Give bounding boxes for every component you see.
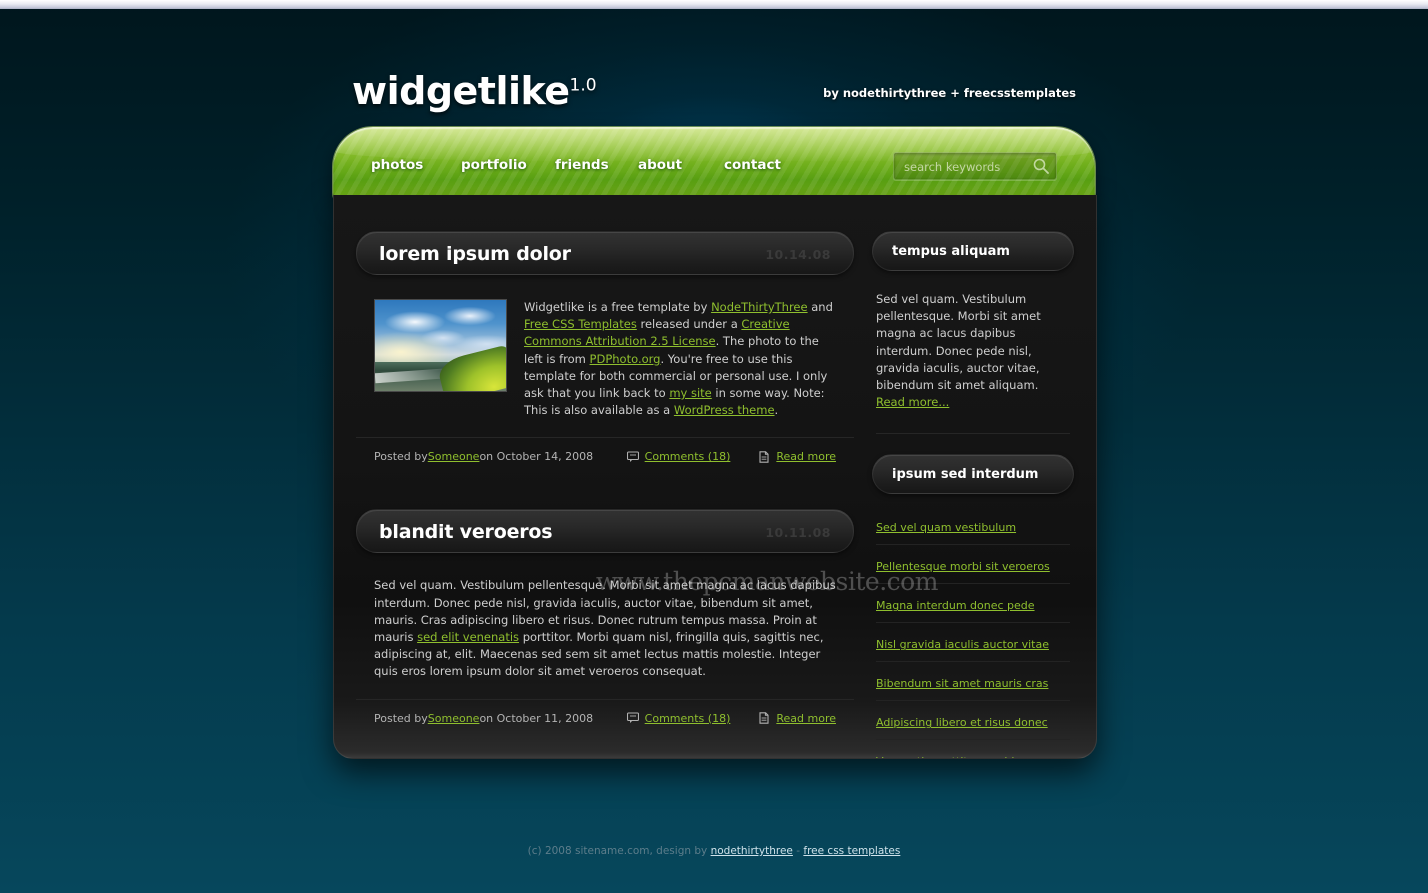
sidebar-widget-title: ipsum sed interdum [892,467,1039,483]
masthead: widgetlike1.0 by nodethirtythree + freec… [333,55,1095,127]
main-content: lorem ipsum dolor 10.14.08 Widgetlike is… [356,231,854,735]
post-posted-prefix: Posted by [374,711,428,725]
post-text: Widgetlike is a free template by NodeThi… [524,300,833,418]
site-byline: by nodethirtythree + freecsstemplates [823,86,1076,100]
list-item[interactable]: Nisl gravida iaculis auctor vitae [876,623,1070,663]
post-title-bar: lorem ipsum dolor 10.14.08 [356,231,854,275]
list-item[interactable]: Magna interdum donec pede [876,584,1070,624]
post-thumbnail[interactable] [374,299,507,392]
footer-link-nodethirtythree[interactable]: nodethirtythree [711,845,793,857]
post-item: blandit veroeros 10.11.08 Sed vel quam. … [356,509,854,725]
sidebar: tempus aliquam Sed vel quam. Vestibulum … [872,231,1074,758]
post-readmore[interactable]: Read more [758,712,836,725]
main-nav: photos portfolio friends about contact [371,157,781,173]
list-item[interactable]: Sed vel quam vestibulum [876,514,1070,546]
sidebar-widget-title: tempus aliquam [892,244,1010,259]
list-item[interactable]: Adipiscing libero et risus donec [876,701,1070,741]
nav-item-contact[interactable]: contact [724,157,781,173]
nav-item-photos[interactable]: photos [371,157,461,173]
search-box [893,152,1057,181]
document-icon [759,451,769,463]
search-icon[interactable] [1032,157,1050,175]
sidebar-widget-text: Sed vel quam. Vestibulum pellentesque. M… [872,291,1074,411]
sidebar-link[interactable]: Sed vel quam vestibulum [876,521,1016,534]
content-panel: lorem ipsum dolor 10.14.08 Widgetlike is… [333,195,1097,759]
sidebar-link[interactable]: Pellentesque morbi sit veroeros [876,560,1050,573]
post-comments[interactable]: Comments (18) [626,450,731,463]
nav-item-friends[interactable]: friends [555,157,638,173]
post-posted-suffix: on October 14, 2008 [479,450,594,464]
sidebar-link[interactable]: Nisl gravida iaculis auctor vitae [876,638,1049,651]
post-title-bar: blandit veroeros 10.11.08 [356,509,854,554]
inline-link[interactable]: sed elit venenatis [417,630,519,644]
inline-link[interactable]: WordPress theme [674,403,775,417]
inline-link[interactable]: NodeThirtyThree [711,300,808,314]
post-item: lorem ipsum dolor 10.14.08 Widgetlike is… [356,231,854,463]
post-comments[interactable]: Comments (18) [626,712,731,725]
page-footer: (c) 2008 sitename.com, design by nodethi… [333,845,1095,857]
post-date: 10.14.08 [765,247,831,262]
search-input[interactable] [902,153,1024,181]
list-item[interactable]: Bibendum sit amet mauris cras [876,662,1070,702]
post-body: Widgetlike is a free template by NodeThi… [356,299,854,419]
comment-bubble-icon [626,451,639,462]
inline-link[interactable]: my site [669,386,711,400]
sidebar-widget-title-bar: ipsum sed interdum [872,454,1074,495]
sidebar-link[interactable]: Magna interdum donec pede [876,599,1035,612]
list-item[interactable]: Venenatis porttitor morbi quam [876,740,1070,758]
post-text: Sed vel quam. Vestibulum pellentesque. M… [374,578,836,679]
sidebar-link[interactable]: Bibendum sit amet mauris cras [876,677,1048,690]
post-row: Widgetlike is a free template by NodeThi… [374,299,836,419]
inline-link[interactable]: PDPhoto.org [590,352,661,366]
post-posted-suffix: on October 11, 2008 [479,711,594,725]
post-author-link[interactable]: Someone [428,712,480,725]
post-readmore[interactable]: Read more [758,450,836,463]
sidebar-link[interactable]: Venenatis porttitor morbi quam [876,755,1049,758]
page-wrapper: widgetlike1.0 by nodethirtythree + freec… [333,55,1097,857]
post-meta: Posted by Someone on October 11, 2008 Co… [356,698,854,725]
sidebar-divider [876,433,1070,435]
site-logo-text: widgetlike [352,69,570,113]
comment-bubble-icon [626,712,639,724]
post-title[interactable]: blandit veroeros [379,521,553,543]
footer-separator: - [792,845,804,857]
sidebar-widget-paragraph: Sed vel quam. Vestibulum pellentesque. M… [876,292,1041,393]
nav-item-portfolio[interactable]: portfolio [461,157,555,173]
sidebar-link-list: Sed vel quam vestibulum Pellentesque mor… [872,514,1074,758]
footer-copyright: (c) 2008 sitename.com, design by [527,845,711,857]
list-item[interactable]: Pellentesque morbi sit veroeros [876,545,1070,585]
footer-link-freecsstemplates[interactable]: free css templates [803,845,900,857]
sidebar-readmore-link[interactable]: Read more... [876,395,949,409]
site-logo[interactable]: widgetlike1.0 [352,69,597,113]
inline-link[interactable]: Free CSS Templates [524,317,637,331]
post-readmore-link[interactable]: Read more [776,450,836,463]
post-meta: Posted by Someone on October 14, 2008 Co… [356,437,854,463]
site-logo-version: 1.0 [569,75,597,96]
post-title[interactable]: lorem ipsum dolor [379,243,571,265]
post-comments-link[interactable]: Comments (18) [645,712,731,725]
nav-item-about[interactable]: about [638,157,724,173]
post-author-link[interactable]: Someone [428,450,480,463]
post-readmore-link[interactable]: Read more [776,712,836,725]
browser-top-strip [0,0,1428,9]
document-icon [759,712,769,724]
post-date: 10.11.08 [765,525,831,541]
post-posted-prefix: Posted by [374,450,428,464]
sidebar-widget-title-bar: tempus aliquam [872,231,1074,271]
sidebar-link[interactable]: Adipiscing libero et risus donec [876,716,1048,729]
post-comments-link[interactable]: Comments (18) [645,450,731,463]
